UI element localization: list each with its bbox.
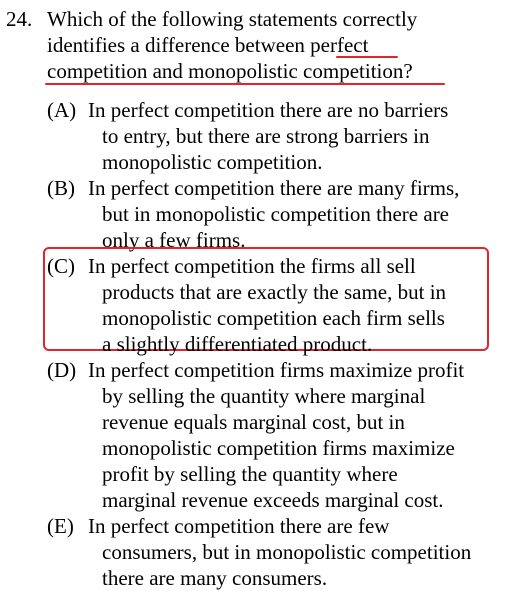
option-c-text-line: products that are exactly the same, but … [102, 280, 447, 304]
underline-annotation [45, 83, 445, 85]
option-a-text-line: to entry, but there are strong barriers … [102, 124, 430, 148]
option-e-text-line: In perfect competition there are few [88, 514, 390, 538]
option-e-text-line: there are many consumers. [102, 566, 328, 590]
option-d-text-line: marginal revenue exceeds marginal cost. [102, 488, 444, 512]
option-e-letter: (E) [47, 514, 74, 538]
option-a-text-line: In perfect competition there are no barr… [88, 98, 449, 122]
question-text-line: competition and monopolistic competition… [47, 59, 413, 83]
option-d-text-line: profit by selling the quantity where [102, 462, 398, 486]
question-text-line: Which of the following statements correc… [47, 7, 418, 31]
option-c-letter: (C) [47, 254, 75, 278]
option-d-letter: (D) [47, 358, 77, 382]
option-e-text-line: consumers, but in monopolistic competiti… [102, 540, 472, 564]
option-d-text-line: monopolistic competition firms maximize [102, 436, 455, 460]
underline-annotation [336, 56, 398, 58]
question-text-line: identifies a difference between perfect [47, 33, 369, 57]
option-a-letter: (A) [47, 98, 77, 122]
option-b-text-line: In perfect competition there are many fi… [88, 176, 460, 200]
option-b-letter: (B) [47, 176, 75, 200]
option-a-text-line: monopolistic competition. [102, 150, 323, 174]
option-c-text-line: a slightly differentiated product. [102, 332, 373, 356]
question-number: 24. [6, 7, 33, 31]
option-d-text-line: revenue equals marginal cost, but in [102, 410, 405, 434]
option-c-text-line: In perfect competition the firms all sel… [88, 254, 416, 278]
option-c-text-line: monopolistic competition each firm sells [102, 306, 445, 330]
option-b-text-line: but in monopolistic competition there ar… [102, 202, 450, 226]
option-d-text-line: In perfect competition firms maximize pr… [88, 358, 465, 382]
option-d-text-line: by selling the quantity where marginal [102, 384, 426, 408]
